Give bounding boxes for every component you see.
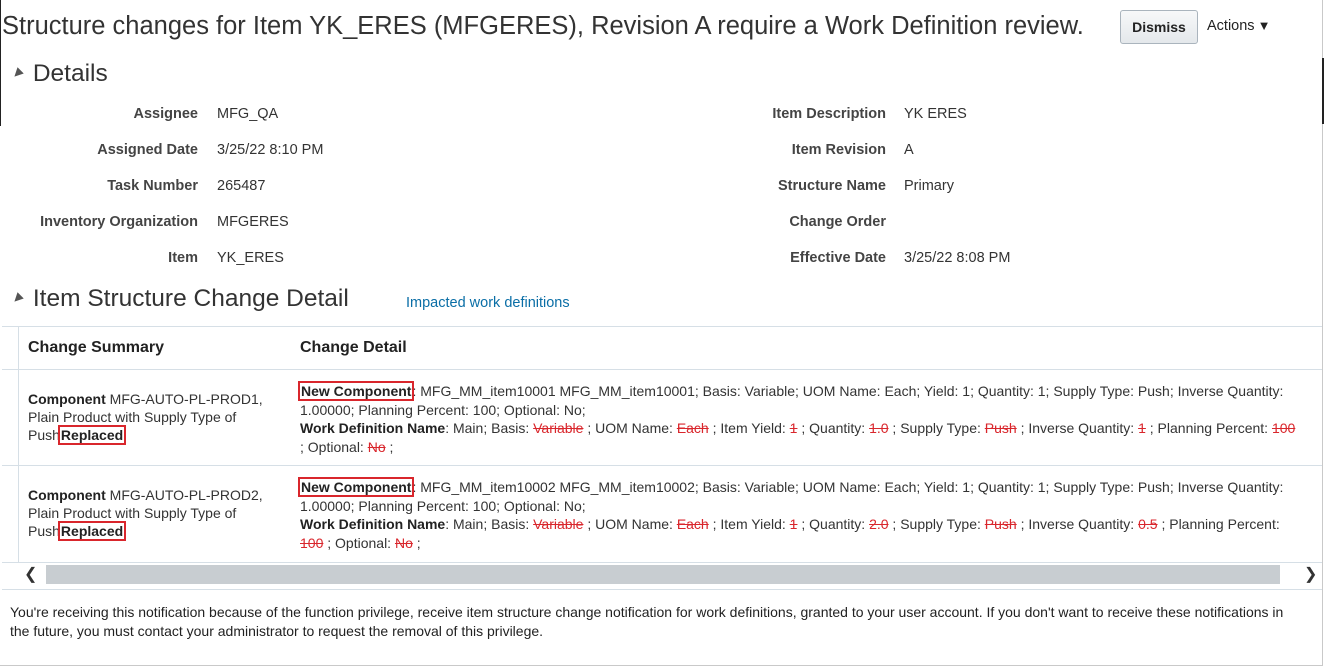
summary-type-label: Component [28, 391, 106, 407]
field-value: A [904, 142, 914, 158]
work-definition-text: : Main; Basis: [445, 516, 534, 532]
work-definition-text: ; Supply Type: [888, 516, 985, 532]
scroll-left-icon[interactable]: ❮ [24, 564, 37, 584]
field-value: 265487 [217, 178, 266, 194]
column-header-change-summary[interactable]: Change Summary [28, 339, 164, 357]
field-label: Item Revision [791, 142, 886, 158]
old-value: Push [984, 516, 1017, 532]
row-divider [2, 465, 1322, 466]
old-value: 2.0 [869, 516, 889, 532]
actions-menu[interactable]: Actions ▼ [1207, 18, 1270, 34]
field-value: YK_ERES [217, 250, 284, 266]
summary-type-label: Component [28, 487, 106, 503]
change-detail-section-header[interactable]: ▲ Item Structure Change Detail [6, 285, 349, 313]
work-definition-text: ; [412, 534, 421, 551]
change-detail-cell: New Component: MFG_MM_item10002 MFG_MM_i… [297, 477, 1300, 552]
field-label: Task Number [107, 178, 198, 194]
work-definition-text: ; Quantity: [797, 420, 870, 436]
collapse-triangle-icon[interactable]: ▲ [6, 287, 29, 310]
old-value: 100 [1271, 420, 1296, 436]
dismiss-button[interactable]: Dismiss [1120, 10, 1198, 44]
scroll-right-icon[interactable]: ❯ [1304, 564, 1317, 584]
row-divider [2, 369, 1322, 370]
details-section-title: Details [32, 60, 108, 87]
field-label: Item Description [772, 106, 886, 122]
notification-header: Structure changes for Item YK_ERES (MFGE… [2, 10, 1322, 46]
work-definition-text: : Main; Basis: [445, 420, 534, 436]
field-value: YK ERES [904, 106, 967, 122]
old-value: Push [984, 420, 1017, 436]
field-value: 3/25/22 8:10 PM [217, 142, 324, 158]
change-summary-cell: Component MFG-AUTO-PL-PROD1, Plain Produ… [28, 390, 290, 445]
work-definition-label: Work Definition Name [300, 420, 446, 436]
change-detail-section-title: Item Structure Change Detail [32, 285, 349, 312]
summary-status-replaced: Replaced [57, 521, 127, 541]
old-value: No [367, 438, 386, 455]
old-value: 100 [300, 534, 324, 551]
new-component-text: : MFG_MM_item10001 MFG_MM_item10001; Bas… [300, 383, 1284, 418]
field-label: Inventory Organization [40, 214, 198, 230]
actions-label: Actions [1207, 18, 1255, 34]
old-value: Variable [533, 516, 584, 532]
work-definition-text: ; Supply Type: [888, 420, 985, 436]
old-value: 1 [1138, 420, 1146, 436]
field-label: Structure Name [778, 178, 886, 194]
collapse-triangle-icon[interactable]: ▲ [6, 62, 29, 85]
new-component-label: New Component [297, 477, 415, 497]
page-title: Structure changes for Item YK_ERES (MFGE… [2, 12, 1084, 40]
field-value: Primary [904, 178, 954, 194]
change-summary-cell: Component MFG-AUTO-PL-PROD2, Plain Produ… [28, 486, 290, 541]
details-section-header[interactable]: ▲ Details [6, 60, 108, 88]
summary-status-replaced: Replaced [57, 425, 127, 445]
field-label: Assignee [133, 106, 198, 122]
field-value: MFG_QA [217, 106, 279, 122]
field-label: Change Order [789, 214, 886, 230]
column-header-change-detail[interactable]: Change Detail [300, 339, 407, 357]
old-value: No [394, 534, 413, 551]
work-definition-text: ; Planning Percent: [1145, 420, 1272, 436]
field-label: Item [168, 250, 198, 266]
old-value: Each [676, 420, 709, 436]
change-detail-cell: New Component: MFG_MM_item10001 MFG_MM_i… [297, 381, 1300, 456]
work-definition-text: ; Optional: [300, 438, 368, 455]
column-separator [18, 327, 19, 563]
change-detail-table: Change Summary Change Detail Component M… [2, 326, 1322, 590]
old-value: 1.0 [869, 420, 889, 436]
work-definition-text: ; UOM Name: [583, 516, 677, 532]
work-definition-label: Work Definition Name [300, 516, 446, 532]
old-value: Each [676, 516, 709, 532]
impacted-work-definitions-link[interactable]: Impacted work definitions [406, 295, 570, 311]
work-definition-text: ; Planning Percent: [1157, 516, 1280, 532]
field-label: Effective Date [790, 250, 886, 266]
field-label: Assigned Date [97, 142, 198, 158]
work-definition-text: ; [385, 438, 394, 455]
work-definition-text: ; Inverse Quantity: [1016, 420, 1139, 436]
work-definition-text: ; Inverse Quantity: [1016, 516, 1139, 532]
notification-footer-note: You're receiving this notification becau… [10, 604, 1284, 639]
horizontal-scrollbar[interactable]: ❮ ❯ [2, 563, 1322, 585]
work-definition-text: ; UOM Name: [583, 420, 677, 436]
work-definition-text: ; Quantity: [797, 516, 870, 532]
work-definition-text: ; Item Yield: [708, 420, 790, 436]
old-value: Variable [533, 420, 584, 436]
caret-down-icon: ▼ [1257, 18, 1271, 33]
scrollbar-thumb[interactable] [46, 565, 1280, 584]
work-definition-text: ; Optional: [323, 534, 395, 551]
old-value: 0.5 [1138, 516, 1158, 532]
new-component-text: : MFG_MM_item10002 MFG_MM_item10002; Bas… [300, 479, 1284, 514]
new-component-label: New Component [297, 381, 415, 401]
work-definition-text: ; Item Yield: [708, 516, 790, 532]
field-value: 3/25/22 8:08 PM [904, 250, 1011, 266]
field-value: MFGERES [217, 214, 289, 230]
